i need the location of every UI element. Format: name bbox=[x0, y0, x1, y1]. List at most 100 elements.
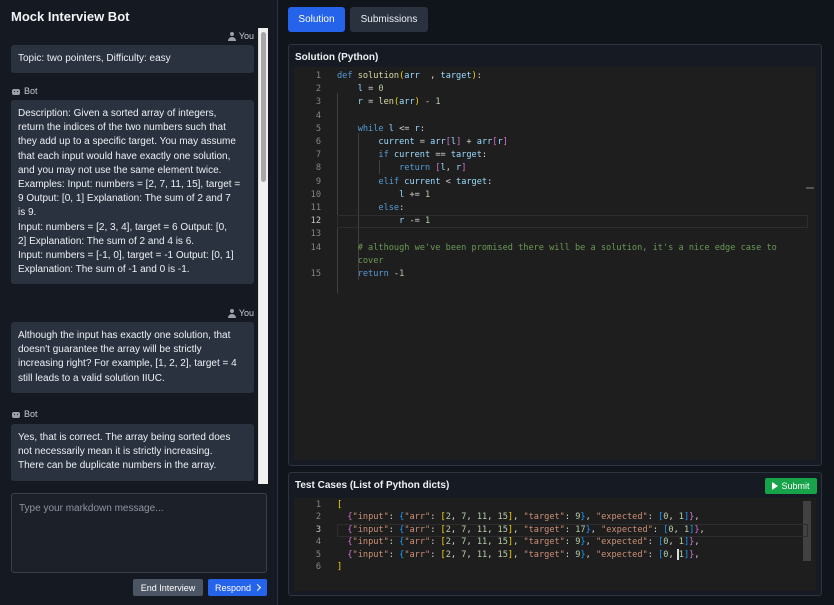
code-token: , bbox=[450, 549, 462, 560]
code-line[interactable]: 5 {"input": {"arr": [2, 7, 11, 15], "tar… bbox=[294, 549, 816, 562]
code-text: [ bbox=[337, 499, 342, 512]
code-line[interactable]: 14 # although we've been promised there … bbox=[294, 242, 816, 255]
code-token: : bbox=[419, 123, 426, 134]
line-number: 4 bbox=[315, 537, 321, 548]
code-line[interactable]: 7 if current == target: bbox=[294, 149, 816, 162]
code-line[interactable]: 1[ bbox=[294, 499, 816, 512]
message-line: still leads to a valid solution IIUC. bbox=[18, 372, 165, 384]
bot-icon bbox=[11, 87, 21, 96]
code-line[interactable]: 1 def solution(arr , target): bbox=[294, 70, 816, 83]
code-token: : bbox=[487, 176, 493, 187]
code-token: : bbox=[388, 512, 400, 523]
code-token: target bbox=[450, 150, 482, 161]
code-token: current bbox=[378, 137, 415, 147]
code-token: : bbox=[564, 537, 576, 548]
code-token: if bbox=[378, 150, 394, 161]
code-line[interactable]: 15 return -1 bbox=[294, 268, 816, 281]
code-token: elif bbox=[378, 176, 405, 187]
line-number: 3 bbox=[315, 524, 321, 535]
bot-message: Description: Given a sorted array of int… bbox=[11, 100, 254, 285]
code-token: , bbox=[450, 537, 462, 548]
code-line[interactable]: 11 else: bbox=[294, 202, 816, 215]
code-token: : bbox=[430, 537, 441, 548]
solution-code-editor[interactable]: 1 def solution(arr , target): 2 l = 03 r =… bbox=[294, 67, 816, 460]
scrollbar-thumb[interactable] bbox=[261, 32, 266, 182]
code-token: 11 bbox=[476, 549, 488, 560]
chat-history[interactable]: You Topic: two pointers, Difficulty: eas… bbox=[0, 28, 258, 484]
code-token: , bbox=[487, 512, 498, 523]
code-text: {"input": {"arr": [2, 7, 11, 15], "targe… bbox=[337, 549, 699, 562]
code-line[interactable]: cover bbox=[294, 255, 816, 268]
code-token: "expected" bbox=[595, 549, 648, 560]
code-token: "input" bbox=[352, 537, 389, 548]
code-token: 15 bbox=[497, 524, 508, 535]
respond-button[interactable]: Respond bbox=[208, 579, 267, 596]
code-token: "arr" bbox=[404, 537, 431, 548]
code-text: ] bbox=[337, 561, 342, 574]
code-line[interactable]: 4 bbox=[294, 110, 816, 123]
code-token: ] bbox=[337, 562, 343, 572]
code-token: "expected" bbox=[601, 524, 653, 535]
code-line[interactable]: 12 r -= 1 bbox=[294, 215, 816, 228]
code-line[interactable]: 4 {"input": {"arr": [2, 7, 11, 15], "tar… bbox=[294, 536, 816, 549]
code-token: : bbox=[647, 537, 659, 548]
code-token: "expected" bbox=[595, 512, 648, 523]
code-token: arr bbox=[399, 97, 415, 108]
chat-panel: Mock Interview Bot You Topic: two pointe… bbox=[0, 0, 278, 605]
message-input[interactable] bbox=[11, 493, 267, 573]
line-number: 5 bbox=[315, 549, 321, 560]
tab-solution[interactable]: Solution bbox=[288, 7, 345, 32]
code-token: 1 bbox=[424, 216, 431, 227]
end-interview-button[interactable]: End Interview bbox=[133, 579, 203, 596]
code-token: : bbox=[481, 150, 488, 161]
line-number: 9 bbox=[315, 176, 321, 187]
code-token: , bbox=[487, 549, 498, 560]
code-token: "target" bbox=[523, 537, 565, 548]
bot-icon bbox=[11, 410, 21, 419]
code-token: = bbox=[362, 84, 379, 95]
code-line[interactable]: 6] bbox=[294, 561, 816, 574]
code-token: 1 bbox=[399, 269, 405, 279]
submit-button[interactable]: Submit bbox=[765, 478, 817, 494]
code-line[interactable]: 5 while l <= r: bbox=[294, 123, 816, 136]
code-token: : bbox=[647, 512, 659, 523]
code-token: "input" bbox=[352, 549, 389, 560]
code-line[interactable]: 9 elif current < target: bbox=[294, 176, 816, 189]
code-token: "arr" bbox=[404, 512, 431, 523]
message-line: doesn't guarantee the array will be stri… bbox=[18, 344, 202, 356]
code-token: , bbox=[668, 537, 679, 548]
code-text: r -= 1 bbox=[337, 215, 430, 228]
tab-submissions[interactable]: Submissions bbox=[350, 7, 428, 32]
code-line[interactable]: 6 current = arr[l] + arr[r] bbox=[294, 136, 816, 149]
solution-panel: Solution (Python) 1 def solution(arr , ta… bbox=[288, 44, 822, 466]
code-token: - bbox=[419, 97, 436, 108]
user-message: Topic: two pointers, Difficulty: easy bbox=[11, 45, 254, 74]
line-number: 8 bbox=[315, 163, 321, 174]
line-number: 3 bbox=[315, 97, 321, 108]
test-cases-title: Test Cases (List of Python dicts) bbox=[295, 480, 450, 491]
code-line[interactable]: 2 {"input": {"arr": [2, 7, 11, 15], "tar… bbox=[294, 511, 816, 524]
code-token: == bbox=[430, 150, 451, 161]
code-line[interactable]: 3 r = len(arr) - 1 bbox=[294, 96, 816, 109]
line-number: 12 bbox=[310, 216, 321, 227]
code-line[interactable]: 8 return [l, r] bbox=[294, 162, 816, 175]
code-token: while bbox=[357, 123, 389, 134]
code-line[interactable]: 2 l = 0 bbox=[294, 83, 816, 96]
code-line[interactable]: 13 bbox=[294, 228, 816, 241]
test-cases-editor[interactable]: 1[2 {"input": {"arr": [2, 7, 11, 15], "t… bbox=[294, 498, 816, 591]
chat-scrollbar[interactable] bbox=[258, 28, 268, 484]
code-line[interactable]: 3 {"input": {"arr": [2, 7, 11, 15], "tar… bbox=[294, 524, 816, 537]
message-line: Input: numbers = [-1, 0], target = -1 Ou… bbox=[18, 250, 234, 262]
code-line[interactable]: 10 l += 1 bbox=[294, 189, 816, 202]
sender-label: You bbox=[227, 31, 254, 41]
code-token: 15 bbox=[497, 512, 508, 523]
line-number: 1 bbox=[315, 500, 321, 510]
